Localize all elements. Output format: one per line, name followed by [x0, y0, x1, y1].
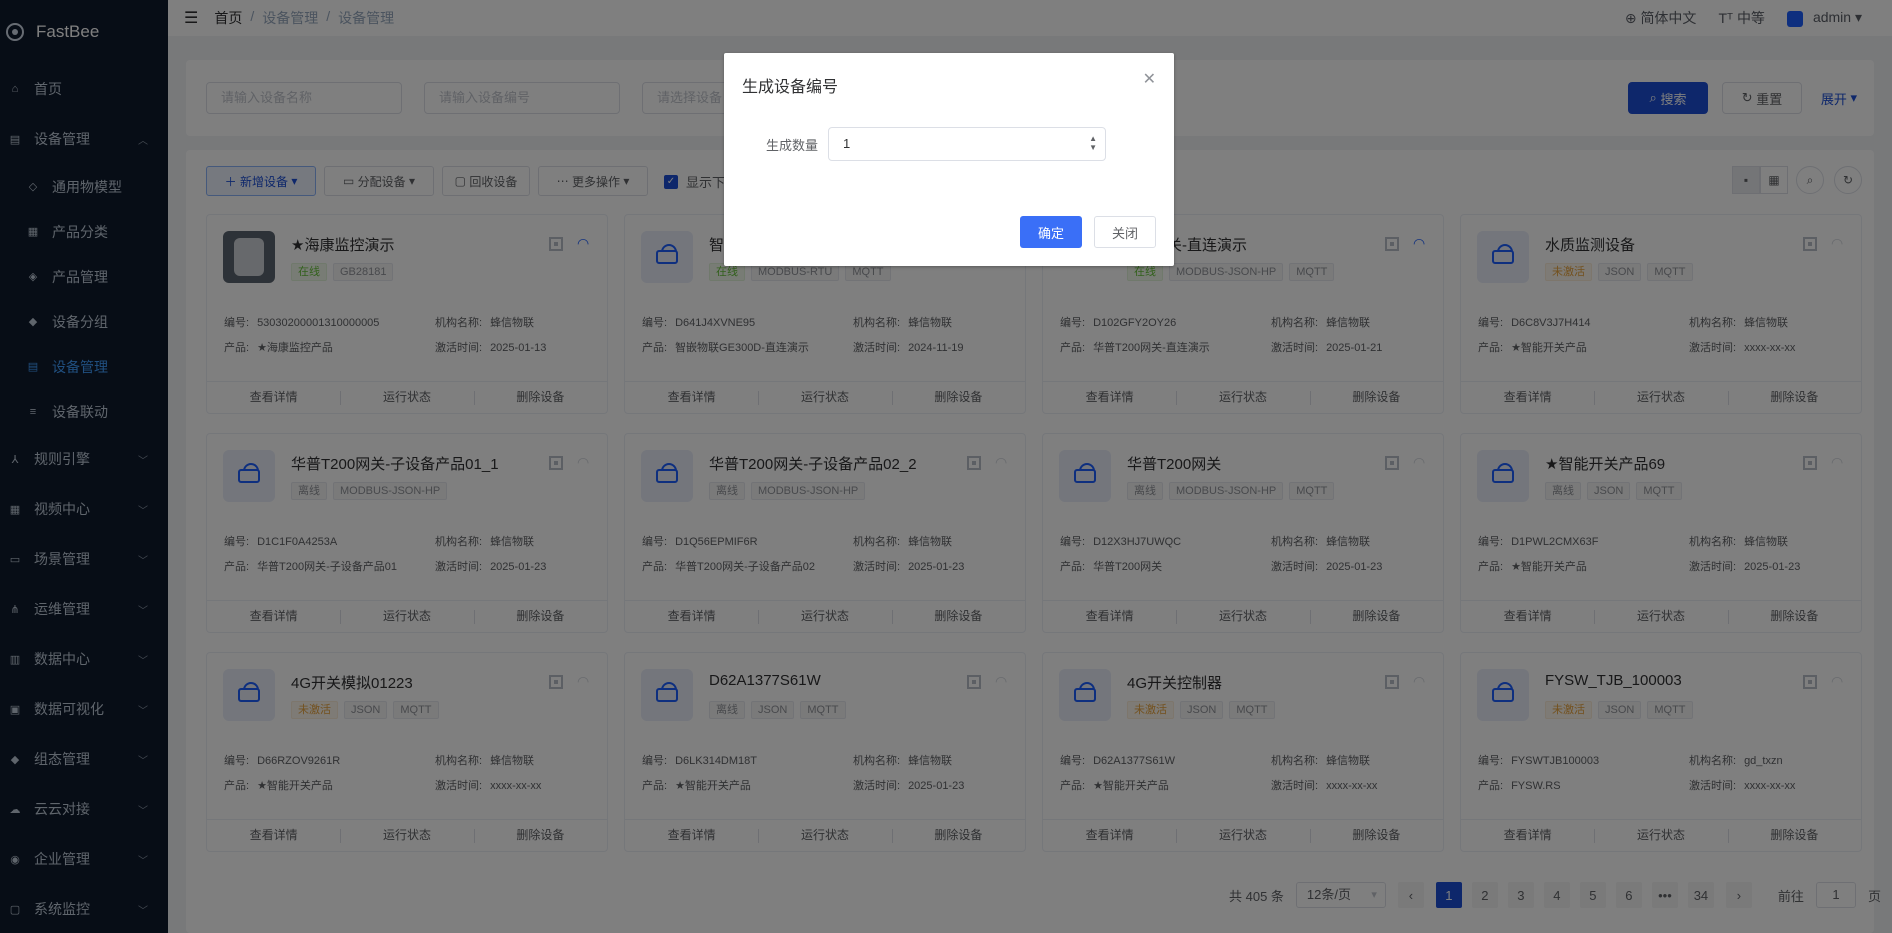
- close-icon[interactable]: ✕: [1143, 69, 1156, 89]
- confirm-button[interactable]: 确定: [1020, 216, 1082, 248]
- stepper-icon[interactable]: ▲ ▼: [1089, 134, 1097, 152]
- count-label: 生成数量: [766, 138, 819, 153]
- cancel-button[interactable]: 关闭: [1094, 216, 1156, 248]
- generate-serial-dialog: 生成设备编号 ✕ 生成数量 1 ▲ ▼ 确定 关闭: [724, 53, 1174, 266]
- dialog-title: 生成设备编号: [742, 79, 839, 96]
- count-value: 1: [843, 136, 851, 151]
- count-input[interactable]: 1 ▲ ▼: [828, 127, 1106, 161]
